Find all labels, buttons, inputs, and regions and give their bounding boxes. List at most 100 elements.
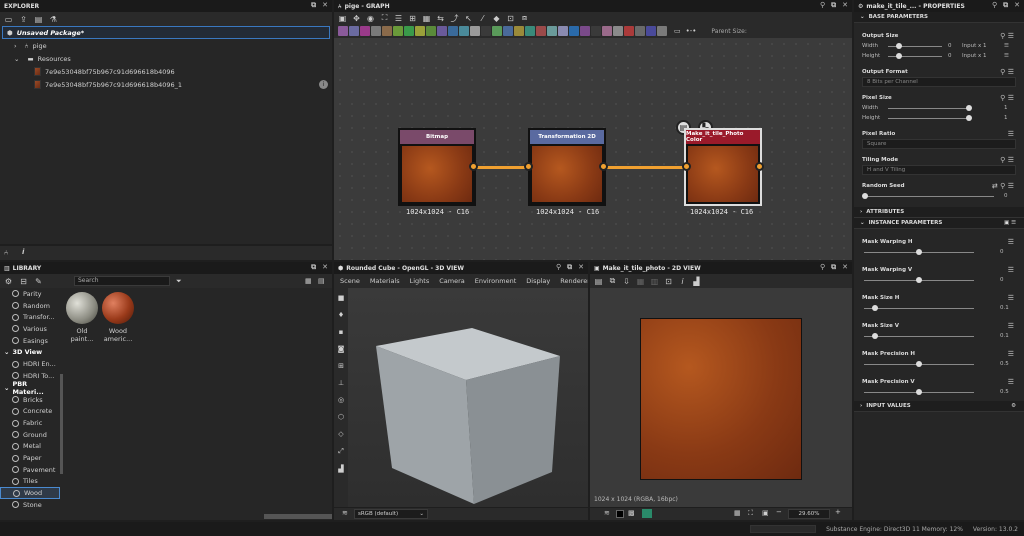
atomic-node-icon[interactable] (349, 26, 359, 36)
histogram-icon[interactable]: ▟ (692, 277, 701, 286)
node-output-port[interactable] (599, 162, 608, 171)
tag-icon[interactable]: ◆ (492, 14, 501, 23)
crop-icon[interactable]: ⊡ (506, 14, 515, 23)
graph-link-icon[interactable]: ⑃ (4, 249, 8, 257)
menu-display[interactable]: Display (526, 277, 550, 285)
layers-icon[interactable]: ≋ (342, 509, 348, 517)
atomic-node-icon[interactable] (580, 26, 590, 36)
atomic-node-icon[interactable] (492, 26, 502, 36)
clean-icon[interactable]: ⚗ (49, 15, 58, 24)
atomic-node-icon[interactable] (569, 26, 579, 36)
tiling-mode-select[interactable]: H and V Tiling (862, 165, 1016, 175)
lib-item[interactable]: Random (0, 300, 60, 312)
tag-icon[interactable]: ⊟ (19, 277, 28, 286)
instance-param-slider[interactable]: 0 (854, 247, 1024, 257)
node-input-port[interactable] (524, 162, 533, 171)
atomic-node-icon[interactable] (470, 26, 480, 36)
arrow-icon[interactable]: ⤴ (450, 14, 459, 23)
slider-track[interactable] (864, 308, 974, 309)
node-icon[interactable]: ▣ (338, 14, 347, 23)
lib-section-pbr[interactable]: ⌄ PBR Materi... (0, 380, 60, 396)
move-icon[interactable]: ✥ (352, 14, 361, 23)
info-italic-icon[interactable]: i (22, 248, 24, 256)
atomic-node-icon[interactable] (393, 26, 403, 36)
menu-icon[interactable]: ☰ (1004, 43, 1009, 49)
pixel-ratio-select[interactable]: Square (862, 139, 1016, 149)
section-instance-parameters[interactable]: ⌄ INSTANCE PARAMETERS ▣ ☰ (854, 218, 1024, 229)
grid-view-icon[interactable]: ▦ (305, 277, 312, 285)
zoom-out-icon[interactable]: − (776, 508, 782, 516)
menu-icon[interactable]: ☰ (1008, 266, 1014, 274)
menu-icon[interactable]: ☰ (1004, 53, 1009, 59)
save-icon[interactable]: ▤ (34, 15, 43, 24)
gear-icon[interactable]: ⚙ (1011, 403, 1016, 409)
node-output-port[interactable] (469, 162, 478, 171)
save-icon[interactable]: ▤ (594, 277, 603, 286)
close-icon[interactable]: ✕ (842, 1, 848, 10)
align-icon[interactable]: ⊞ (408, 14, 417, 23)
pin-icon[interactable]: ⚲ (820, 263, 825, 272)
tile-icon[interactable]: ▥ (650, 277, 659, 286)
atomic-node-icon[interactable] (657, 26, 667, 36)
lib-item-selected[interactable]: Wood (0, 487, 60, 499)
pencil-icon[interactable]: ✎ (34, 277, 43, 286)
slider-knob[interactable] (966, 105, 972, 111)
lib-item[interactable]: Various (0, 323, 60, 335)
wand-icon[interactable]: ⁄ (478, 14, 487, 23)
random-seed-slider[interactable]: 0 (854, 191, 1024, 201)
close-icon[interactable]: ✕ (322, 1, 328, 10)
float-icon[interactable]: ⧉ (567, 263, 572, 272)
lib-item[interactable]: Metal (0, 441, 60, 453)
layers-icon[interactable]: ≋ (604, 509, 610, 517)
one-to-one-icon[interactable]: ▣ (762, 509, 769, 517)
pointer-icon[interactable]: ↖ (464, 14, 473, 23)
package-row[interactable]: ⬢ Unsaved Package* (2, 26, 330, 39)
thumb-wood[interactable]: Wood americ... (101, 292, 135, 343)
slider-knob[interactable] (916, 277, 922, 283)
float-icon[interactable]: ⧉ (831, 263, 836, 272)
output-format-select[interactable]: 8 Bits per Channel (862, 77, 1016, 87)
channel-icon[interactable]: ▦ (636, 277, 645, 286)
lib-item[interactable]: Easings (0, 335, 60, 347)
lib-item[interactable]: Pavement (0, 464, 60, 476)
atomic-node-icon[interactable] (635, 26, 645, 36)
tree-item-graph[interactable]: › ⑃ pige (0, 39, 332, 52)
lib-item[interactable]: HDRI En... (0, 358, 60, 370)
slider-knob[interactable] (916, 361, 922, 367)
float-icon[interactable]: ⧉ (311, 1, 316, 10)
atomic-node-icon[interactable] (481, 26, 491, 36)
close-icon[interactable]: ✕ (842, 263, 848, 272)
tree-item-resource[interactable]: 7e9e53048bf75b967c91d696618b4096 (0, 65, 332, 78)
graph-node-make-it-tile[interactable]: Make_it_tile_Photo Color (684, 128, 762, 206)
tree-item-resource[interactable]: 7e9e53048bf75b967c91d696618b4096_1 i (0, 78, 332, 91)
close-icon[interactable]: ✕ (578, 263, 584, 272)
bg-color-icon[interactable] (642, 509, 652, 518)
slider-track[interactable] (864, 196, 994, 197)
fit-icon[interactable]: ⛶ (380, 13, 389, 23)
menu-materials[interactable]: Materials (370, 277, 400, 285)
list-icon[interactable]: ☰ (394, 14, 403, 23)
list-view-icon[interactable]: ▤ (318, 277, 325, 285)
close-icon[interactable]: ✕ (322, 263, 328, 272)
atomic-node-icon[interactable] (547, 26, 557, 36)
graph-node-transform[interactable]: Transformation 2D (528, 128, 606, 206)
node-input-port[interactable] (682, 162, 691, 171)
output-size-height[interactable]: Height 0 Input x 1 ☰ (854, 51, 1024, 61)
float-icon[interactable]: ⧉ (311, 263, 316, 272)
slider-knob[interactable] (872, 333, 878, 339)
atomic-node-icon[interactable] (437, 26, 447, 36)
bg-black-swatch[interactable] (616, 510, 624, 518)
atomic-node-icon[interactable] (558, 26, 568, 36)
slider-track[interactable] (888, 118, 968, 119)
lib-item[interactable]: Ground (0, 429, 60, 441)
link-icon[interactable]: ⚲ ☰ (1000, 94, 1014, 102)
bg-checker-icon[interactable]: ▩ (628, 509, 635, 517)
grid-icon[interactable]: ▦ (734, 509, 741, 517)
library-scrollbar[interactable] (60, 374, 63, 474)
instance-param-slider[interactable]: 0.1 (854, 303, 1024, 313)
lib-item[interactable]: Paper (0, 452, 60, 464)
view2d-viewport[interactable]: 1024 x 1024 (RGBA, 16bpc) (590, 288, 852, 507)
node-output-port[interactable] (755, 162, 764, 171)
import-icon[interactable]: ⇪ (19, 15, 28, 24)
atomic-node-icon[interactable] (426, 26, 436, 36)
